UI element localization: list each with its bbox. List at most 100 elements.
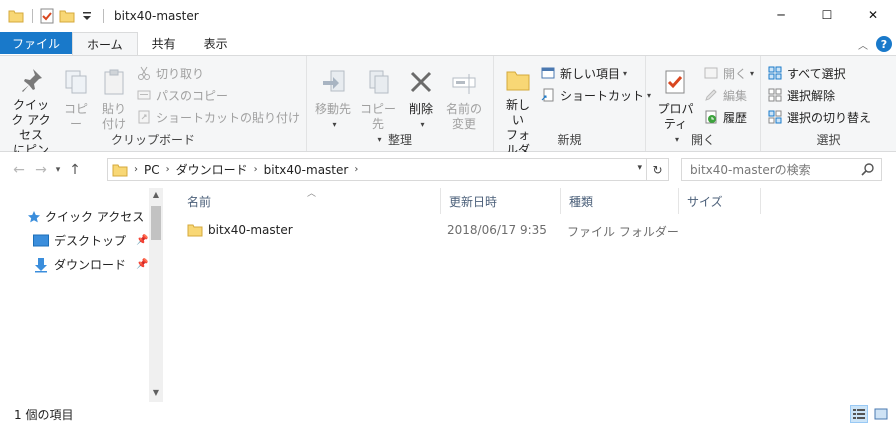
breadcrumb-chevron-icon[interactable]: › xyxy=(134,164,138,175)
paste-shortcut-label: ショートカットの貼り付け xyxy=(155,110,300,125)
customize-quick-access-icon[interactable] xyxy=(79,8,95,24)
search-input[interactable]: bitx40-masterの検索 xyxy=(690,161,811,178)
folder-icon xyxy=(8,8,24,24)
tab-share[interactable]: 共有 xyxy=(138,32,190,54)
properties-icon xyxy=(659,66,691,98)
select-group: すべて選択 選択解除 選択の切り替え 選択 xyxy=(761,56,896,151)
column-header-size[interactable]: サイズ xyxy=(679,188,761,214)
recent-locations-chevron-icon[interactable]: ▾ xyxy=(52,165,64,175)
column-header-type[interactable]: 種類 xyxy=(561,188,679,214)
scrollbar-thumb[interactable] xyxy=(151,206,161,240)
status-bar: 1 個の項目 xyxy=(0,402,896,426)
cut-button[interactable]: 切り取り xyxy=(136,62,300,84)
collapse-ribbon-icon[interactable]: ︿ xyxy=(858,37,868,52)
navigation-bar: ← → ▾ ↑ › PC › ダウンロード › bitx40-master › … xyxy=(0,152,896,188)
column-header-name[interactable]: 名前 xyxy=(179,188,441,214)
clipboard-group: クイック アクセス にピン留め コピー 貼り付け 切り取り xyxy=(0,56,307,172)
help-icon[interactable]: ? xyxy=(876,36,892,52)
refresh-icon[interactable]: ↻ xyxy=(646,159,668,180)
tab-home[interactable]: ホーム xyxy=(72,32,138,55)
nav-item-label: ダウンロード xyxy=(54,258,127,272)
file-modified: 2018/06/17 9:35 xyxy=(447,223,547,237)
paste-shortcut-button[interactable]: ショートカットの貼り付け xyxy=(136,106,300,128)
new-group-label: 新規 xyxy=(557,133,582,147)
breadcrumb-chevron-icon[interactable]: › xyxy=(254,164,258,175)
new-item-caret-icon: ▾ xyxy=(623,68,628,78)
scroll-up-arrow-icon[interactable]: ▲ xyxy=(149,190,163,199)
breadcrumb-current-folder[interactable]: bitx40-master xyxy=(264,163,349,177)
scroll-down-arrow-icon[interactable]: ▼ xyxy=(149,388,163,397)
maximize-button[interactable]: ☐ xyxy=(804,0,850,30)
new-item-icon xyxy=(540,65,556,81)
new-folder-quick-icon[interactable] xyxy=(59,8,75,24)
copy-path-label: パスのコピー xyxy=(155,88,228,103)
copy-path-button[interactable]: パスのコピー xyxy=(136,84,300,106)
tab-file[interactable]: ファイル xyxy=(0,32,73,54)
pin-icon[interactable]: 📌 xyxy=(136,235,148,246)
move-to-icon xyxy=(317,66,349,98)
ribbon: クイック アクセス にピン留め コピー 貼り付け 切り取り xyxy=(0,55,896,172)
open-button[interactable]: 開く ▾ xyxy=(703,62,754,84)
open-group-label: 開く xyxy=(690,133,715,147)
new-item-button[interactable]: 新しい項目 ▾ xyxy=(540,62,651,84)
address-bar[interactable]: › PC › ダウンロード › bitx40-master › ▾ ↻ xyxy=(107,158,669,181)
back-arrow-icon[interactable]: ← xyxy=(8,162,30,178)
nav-item-quick-access[interactable]: クイック アクセス xyxy=(27,208,144,225)
rename-label-2: 変更 xyxy=(451,117,476,131)
column-header-modified[interactable]: 更新日時 xyxy=(441,188,561,214)
minimize-button[interactable]: ─ xyxy=(758,0,804,30)
paste-shortcut-icon xyxy=(136,109,152,125)
copy-path-icon xyxy=(136,87,152,103)
paste-icon xyxy=(98,66,130,98)
search-icon[interactable] xyxy=(861,162,875,179)
organize-group-label: 整理 xyxy=(387,133,412,147)
title-bar: bitx40-master ─ ☐ ✕ xyxy=(0,0,896,32)
select-none-button[interactable]: 選択解除 xyxy=(767,84,871,106)
move-to-caret-icon: ▾ xyxy=(332,120,337,129)
file-type: ファイル フォルダー xyxy=(567,225,679,239)
nav-item-label: クイック アクセス xyxy=(45,210,145,224)
open-label: 開く xyxy=(722,66,747,81)
edit-button[interactable]: 編集 xyxy=(703,84,754,106)
breadcrumb-pc[interactable]: PC xyxy=(144,163,160,177)
address-history-dropdown-icon[interactable]: ▾ xyxy=(637,163,642,173)
details-view-icon[interactable] xyxy=(850,405,868,423)
star-icon xyxy=(27,210,41,224)
pin-icon[interactable]: 📌 xyxy=(136,259,148,270)
navigation-scrollbar[interactable]: ▲ ▼ xyxy=(149,188,163,402)
new-folder-icon xyxy=(502,66,534,94)
select-all-button[interactable]: すべて選択 xyxy=(767,62,871,84)
breadcrumb-chevron-icon[interactable]: › xyxy=(166,164,170,175)
delete-caret-icon: ▾ xyxy=(420,120,425,129)
history-button[interactable]: 履歴 xyxy=(703,106,754,128)
breadcrumb-chevron-icon[interactable]: › xyxy=(354,164,358,175)
nav-item-downloads[interactable]: ダウンロード xyxy=(33,256,126,273)
ribbon-tabs: ファイル ホーム 共有 表示 ︿ ? xyxy=(0,32,896,55)
new-item-label: 新しい項目 xyxy=(560,66,621,81)
shortcut-label: ショートカット xyxy=(560,88,645,103)
edit-label: 編集 xyxy=(722,88,747,103)
cut-label: 切り取り xyxy=(155,66,204,81)
rename-icon xyxy=(448,66,480,98)
close-button[interactable]: ✕ xyxy=(850,0,896,30)
paste-label: 貼り付け xyxy=(101,102,126,131)
open-caret-icon: ▾ xyxy=(749,68,754,78)
properties-check-icon[interactable] xyxy=(39,8,55,24)
search-box[interactable]: bitx40-masterの検索 xyxy=(681,158,882,181)
copy-to-label: コピー先 xyxy=(359,102,396,131)
address-folder-icon xyxy=(112,162,128,178)
tab-view[interactable]: 表示 xyxy=(190,32,242,54)
up-arrow-icon[interactable]: ↑ xyxy=(64,162,86,178)
copy-icon xyxy=(60,66,92,98)
breadcrumb-downloads[interactable]: ダウンロード xyxy=(176,161,248,178)
rename-label-1: 名前の xyxy=(445,102,482,116)
table-row[interactable]: bitx40-master 2018/06/17 9:35 ファイル フォルダー xyxy=(181,219,881,241)
large-icons-view-icon[interactable] xyxy=(872,405,890,423)
nav-item-desktop[interactable]: デスクトップ xyxy=(33,232,126,249)
shortcut-button[interactable]: ショートカット ▾ xyxy=(540,84,651,106)
forward-arrow-icon[interactable]: → xyxy=(30,162,52,178)
quick-access-toolbar xyxy=(0,8,110,24)
select-none-label: 選択解除 xyxy=(787,88,836,103)
delete-label: 削除 xyxy=(408,102,433,116)
invert-selection-button[interactable]: 選択の切り替え xyxy=(767,106,871,128)
